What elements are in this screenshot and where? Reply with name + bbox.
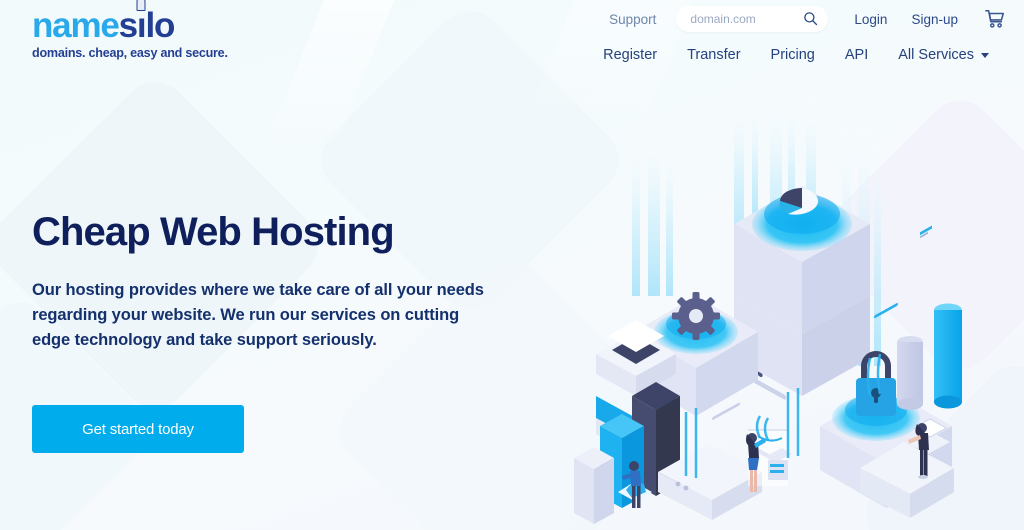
nav-label: Pricing (770, 47, 815, 63)
logo-name-part: name (32, 6, 120, 45)
nav-label: Register (603, 47, 658, 63)
support-link[interactable]: Support (597, 12, 668, 27)
nav-label: API (844, 47, 869, 63)
nav-item-transfer[interactable]: Transfer (672, 43, 755, 67)
logo-letter-i: ı (136, 0, 147, 43)
logo-letter-s: s (118, 6, 138, 45)
nav-item-pricing[interactable]: Pricing (756, 43, 830, 67)
cart-icon[interactable] (984, 8, 1006, 30)
hero-paragraph: Our hosting provides where we take care … (32, 281, 484, 350)
hero-section: Cheap Web Hosting Our hosting provides w… (32, 210, 532, 454)
nav-label: All Services (898, 47, 974, 63)
page-title: Cheap Web Hosting (32, 210, 395, 254)
login-link[interactable]: Login (842, 12, 899, 27)
search-input[interactable] (690, 12, 801, 26)
logo-silo-part: s ılo (118, 0, 175, 45)
chevron-down-icon (981, 52, 989, 58)
logo-tagline: domains. cheap, easy and secure. (32, 46, 228, 60)
nav-item-all-services[interactable]: All Services (883, 43, 1004, 67)
signup-link[interactable]: Sign-up (899, 12, 970, 27)
domain-search-box[interactable] (676, 6, 829, 32)
main-nav: Register Transfer Pricing API All Servic… (588, 43, 1004, 67)
logo-link[interactable]: names ılo domains. cheap, easy and secure… (32, 0, 232, 60)
logo-letters-lo: lo (145, 6, 175, 45)
silo-icon (136, 0, 146, 11)
site-header: names ılo domains. cheap, easy and secure… (0, 0, 1024, 82)
logo-wordmark: names ılo (32, 0, 232, 45)
nav-label: Transfer (687, 47, 741, 63)
hero-illustration (574, 96, 1024, 530)
page-root: names ılo domains. cheap, easy and secure… (0, 0, 1024, 530)
nav-item-register[interactable]: Register (588, 43, 672, 67)
nav-item-api[interactable]: API (830, 43, 883, 67)
utility-nav: Support Login Sign-up (597, 5, 1010, 33)
get-started-button[interactable]: Get started today (32, 405, 244, 454)
search-icon[interactable] (803, 11, 818, 26)
